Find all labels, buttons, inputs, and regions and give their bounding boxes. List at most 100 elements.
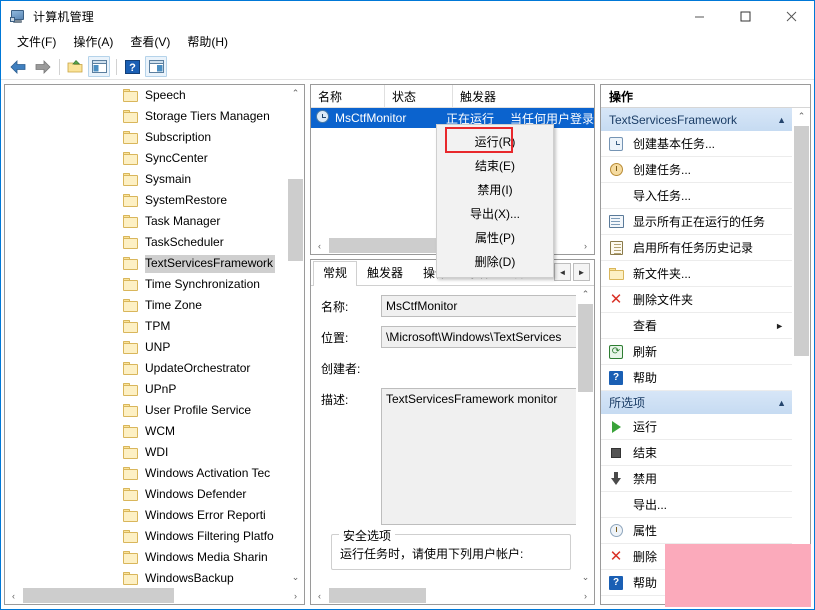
up-folder-icon[interactable] bbox=[64, 56, 86, 77]
action-item-0-9[interactable]: ? 帮助 bbox=[601, 365, 792, 391]
column-header-name[interactable]: 名称 bbox=[311, 85, 385, 107]
tree-scroll-left-button[interactable]: ‹ bbox=[5, 587, 22, 604]
show-action-pane-icon[interactable] bbox=[145, 56, 167, 77]
tree-item-17[interactable]: WDI bbox=[5, 442, 287, 463]
tree-item-7[interactable]: TaskScheduler bbox=[5, 232, 287, 253]
field-name-value[interactable]: MsCtfMonitor bbox=[381, 295, 577, 317]
tree-item-15[interactable]: User Profile Service bbox=[5, 400, 287, 421]
field-author-value[interactable] bbox=[381, 357, 577, 379]
action-item-0-0[interactable]: 创建基本任务... bbox=[601, 131, 792, 157]
tree-item-13[interactable]: UpdateOrchestrator bbox=[5, 358, 287, 379]
field-location-value[interactable]: \Microsoft\Windows\TextServices bbox=[381, 326, 577, 348]
action-item-0-2[interactable]: 导入任务... bbox=[601, 183, 792, 209]
tree-item-19[interactable]: Windows Defender bbox=[5, 484, 287, 505]
action-item-1-4[interactable]: 属性 bbox=[601, 518, 792, 544]
tab-scroll-next-button[interactable]: ► bbox=[573, 263, 590, 281]
detail-scroll-left-button[interactable]: ‹ bbox=[311, 587, 328, 604]
context-menu-item-5[interactable]: 删除(D) bbox=[437, 249, 553, 273]
chevron-up-icon[interactable]: ▲ bbox=[777, 115, 786, 125]
tree-item-12[interactable]: UNP bbox=[5, 337, 287, 358]
tree-item-16[interactable]: WCM bbox=[5, 421, 287, 442]
tree-hscroll-thumb[interactable] bbox=[23, 588, 174, 603]
tree-item-5[interactable]: SystemRestore bbox=[5, 190, 287, 211]
tree-item-label: Windows Defender bbox=[145, 486, 247, 501]
actions-vsb-inner[interactable]: ⌃ ⌄ bbox=[792, 108, 810, 604]
back-arrow-icon[interactable] bbox=[7, 56, 29, 77]
tree-scroll-down-button[interactable]: ⌄ bbox=[287, 569, 304, 586]
context-menu-item-0[interactable]: 运行(R) bbox=[437, 129, 553, 153]
detail-scroll-down-button[interactable]: ⌄ bbox=[577, 569, 594, 586]
field-description-value[interactable]: TextServicesFramework monitor bbox=[381, 388, 577, 525]
context-menu-item-2[interactable]: 禁用(I) bbox=[437, 177, 553, 201]
chevron-up-icon[interactable]: ▲ bbox=[777, 398, 786, 408]
action-item-0-4[interactable]: 启用所有任务历史记录 bbox=[601, 235, 792, 261]
action-item-0-7[interactable]: 查看 ► bbox=[601, 313, 792, 339]
forward-arrow-icon[interactable] bbox=[31, 56, 53, 77]
maximize-button[interactable] bbox=[722, 1, 768, 32]
tree-item-0[interactable]: Speech bbox=[5, 85, 287, 106]
context-menu-item-3[interactable]: 导出(X)... bbox=[437, 201, 553, 225]
detail-scroll-up-button[interactable]: ⌃ bbox=[577, 286, 594, 303]
tree-item-6[interactable]: Task Manager bbox=[5, 211, 287, 232]
action-item-1-2[interactable]: 禁用 bbox=[601, 466, 792, 492]
actions-scroll-thumb[interactable] bbox=[794, 126, 809, 356]
menu-view[interactable]: 查看(V) bbox=[122, 33, 179, 53]
tree-item-23[interactable]: WindowsBackup bbox=[5, 568, 287, 586]
action-item-0-8[interactable]: ⟳ 刷新 bbox=[601, 339, 792, 365]
actions-section-header-1[interactable]: 所选项 ▲ bbox=[601, 391, 792, 414]
menu-file[interactable]: 文件(F) bbox=[9, 33, 65, 53]
tree-item-2[interactable]: Subscription bbox=[5, 127, 287, 148]
action-item-0-1[interactable]: 创建任务... bbox=[601, 157, 792, 183]
actions-section-header-0[interactable]: TextServicesFramework ▲ bbox=[601, 108, 792, 131]
actions-scroll-up-button[interactable]: ⌃ bbox=[793, 108, 810, 125]
tree-scroll-up-button[interactable]: ⌃ bbox=[287, 85, 304, 102]
field-name-label: 名称: bbox=[321, 300, 349, 314]
action-item-0-3[interactable]: 显示所有正在运行的任务 bbox=[601, 209, 792, 235]
tasklist-scroll-right-button[interactable]: › bbox=[577, 237, 594, 254]
action-item-0-5[interactable]: 新文件夹... bbox=[601, 261, 792, 287]
detail-scroll-thumb[interactable] bbox=[578, 304, 593, 392]
tasklist-hscroll-thumb[interactable] bbox=[329, 238, 446, 253]
column-header-status[interactable]: 状态 bbox=[385, 85, 453, 107]
tree-item-21[interactable]: Windows Filtering Platfo bbox=[5, 526, 287, 547]
tree-item-1[interactable]: Storage Tiers Managen bbox=[5, 106, 287, 127]
action-item-1-0[interactable]: 运行 bbox=[601, 414, 792, 440]
actions-vertical-scrollbar[interactable]: ⌃ ⌄ bbox=[792, 108, 810, 604]
close-button[interactable] bbox=[768, 1, 814, 32]
tree-item-4[interactable]: Sysmain bbox=[5, 169, 287, 190]
tree-item-8[interactable]: TextServicesFramework bbox=[5, 253, 287, 274]
tree-item-20[interactable]: Windows Error Reporti bbox=[5, 505, 287, 526]
context-menu-item-4[interactable]: 属性(P) bbox=[437, 225, 553, 249]
tree-item-14[interactable]: UPnP bbox=[5, 379, 287, 400]
detail-horizontal-scrollbar[interactable]: ‹ › bbox=[311, 586, 594, 604]
help-icon[interactable]: ? bbox=[121, 56, 143, 77]
tree-item-18[interactable]: Windows Activation Tec bbox=[5, 463, 287, 484]
detail-hscroll-thumb[interactable] bbox=[329, 588, 426, 603]
column-header-trigger[interactable]: 触发器 bbox=[453, 85, 594, 107]
tree-vertical-scrollbar[interactable]: ⌃ ⌄ bbox=[286, 85, 304, 586]
action-item-0-6[interactable]: ✕ 删除文件夹 bbox=[601, 287, 792, 313]
action-item-1-3[interactable]: 导出... bbox=[601, 492, 792, 518]
tasklist-scroll-left-button[interactable]: ‹ bbox=[311, 237, 328, 254]
tab-0[interactable]: 常规 bbox=[313, 261, 358, 286]
detail-vertical-scrollbar[interactable]: ⌃ ⌄ bbox=[576, 286, 594, 586]
context-menu-item-1[interactable]: 结束(E) bbox=[437, 153, 553, 177]
minimize-button[interactable] bbox=[676, 1, 722, 32]
tree-item-9[interactable]: Time Synchronization bbox=[5, 274, 287, 295]
task-context-menu[interactable]: 运行(R) 结束(E) 禁用(I) 导出(X)... 属性(P) 删除(D) bbox=[436, 124, 554, 278]
menu-help[interactable]: 帮助(H) bbox=[179, 33, 237, 53]
tree-item-3[interactable]: SyncCenter bbox=[5, 148, 287, 169]
detail-vsb-inner[interactable]: ⌃ ⌄ bbox=[576, 286, 594, 586]
tab-scroll-prev-button[interactable]: ◄ bbox=[554, 263, 571, 281]
tree-item-22[interactable]: Windows Media Sharin bbox=[5, 547, 287, 568]
show-tree-icon[interactable] bbox=[88, 56, 110, 77]
tree-item-10[interactable]: Time Zone bbox=[5, 295, 287, 316]
action-item-1-1[interactable]: 结束 bbox=[601, 440, 792, 466]
tree-scroll-right-button[interactable]: › bbox=[287, 587, 304, 604]
detail-scroll-right-button[interactable]: › bbox=[577, 587, 594, 604]
tab-1[interactable]: 触发器 bbox=[357, 261, 413, 285]
tree-scroll-thumb[interactable] bbox=[288, 179, 303, 261]
menu-action[interactable]: 操作(A) bbox=[65, 33, 122, 53]
tree-item-11[interactable]: TPM bbox=[5, 316, 287, 337]
tree-horizontal-scrollbar[interactable]: ‹ › bbox=[5, 586, 304, 604]
